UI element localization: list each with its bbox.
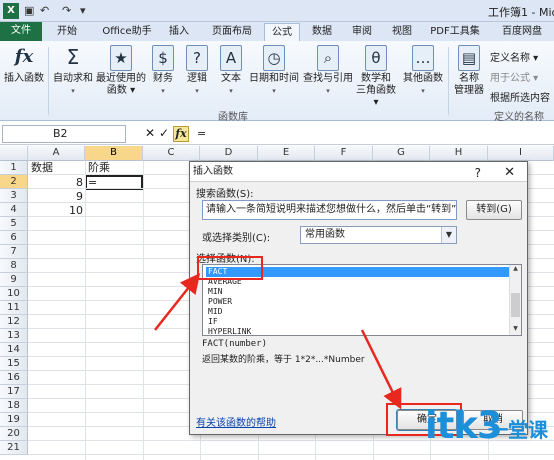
watermark-suffix: 一堂课: [488, 418, 548, 442]
arrow-to-ok: [360, 329, 402, 410]
annotation-arrows: [154, 273, 402, 410]
arrow-to-fact: [154, 273, 201, 331]
